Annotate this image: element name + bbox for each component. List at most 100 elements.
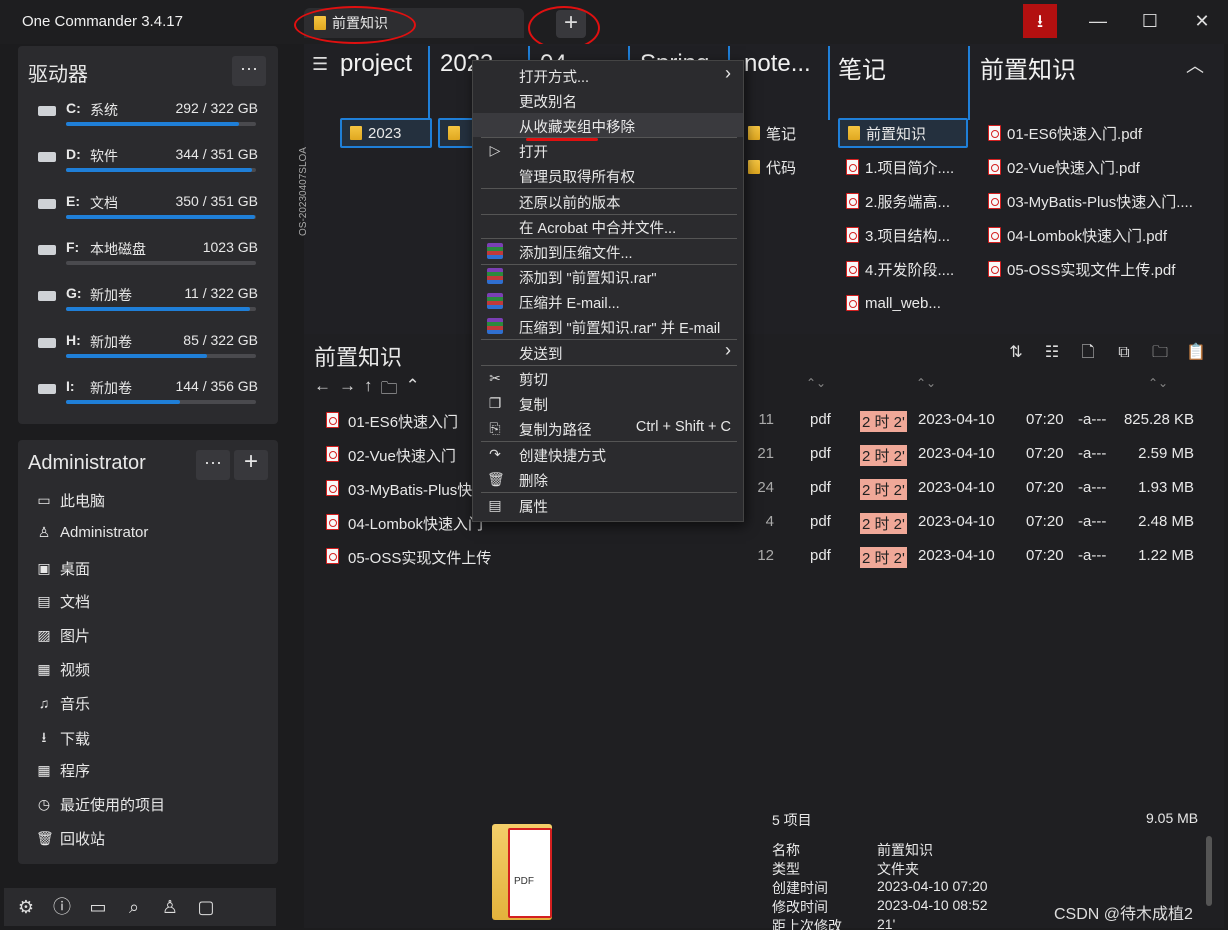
column-item[interactable]: 笔记: [748, 118, 796, 148]
new-file-icon[interactable]: 🗋: [1074, 340, 1102, 366]
documents-icon: ▤: [37, 593, 51, 610]
chevron-up-icon[interactable]: ⌃: [406, 376, 420, 405]
table-row[interactable]: 03-MyBatis-Plus快 24 pdf 2 时 2' 2023-04-10 07:…: [314, 472, 1210, 504]
menu-item-icon: ✂: [489, 370, 501, 386]
clipboard-icon[interactable]: 📋: [1182, 340, 1210, 366]
column-item[interactable]: 01-ES6快速入门.pdf: [988, 118, 1206, 148]
favorite-item[interactable]: ▣ 桌面: [36, 558, 90, 579]
download-icon[interactable]: ⭳: [1023, 4, 1057, 38]
menu-item[interactable]: 管理员取得所有权: [473, 163, 743, 187]
drive-item[interactable]: H: 新加卷 85 / 322 GB: [38, 332, 258, 378]
menu-item[interactable]: 压缩到 "前置知识.rar" 并 E-mail: [473, 314, 743, 338]
favorites-add-button[interactable]: +: [234, 450, 268, 480]
folder-icon: [748, 160, 760, 174]
collapse-icon[interactable]: ︿: [1186, 52, 1204, 78]
drive-item[interactable]: C: 系统 292 / 322 GB: [38, 100, 258, 146]
menu-item[interactable]: 压缩并 E-mail...: [473, 289, 743, 313]
menu-item[interactable]: 更改别名: [473, 88, 743, 112]
column-item[interactable]: 2023: [340, 118, 432, 148]
pdf-icon: [326, 548, 339, 564]
column-item[interactable]: 05-OSS实现文件上传.pdf: [988, 254, 1206, 284]
favorites-more-button[interactable]: ···: [196, 450, 230, 480]
favorite-label: 桌面: [60, 560, 91, 578]
list-view-icon[interactable]: ☷: [1038, 340, 1066, 366]
column-item[interactable]: mall_web...: [846, 288, 964, 318]
column-item[interactable]: 3.项目结构...: [846, 220, 964, 250]
column-item[interactable]: 4.开发阶段....: [846, 254, 964, 284]
column-item[interactable]: 1.项目简介....: [846, 152, 964, 182]
forward-icon[interactable]: →: [339, 376, 356, 405]
menu-item[interactable]: ❐ 复制: [473, 391, 743, 415]
favorite-item[interactable]: 🗑 回收站: [36, 828, 105, 849]
window-icon[interactable]: ▢: [188, 889, 224, 925]
favorite-item[interactable]: ▤ 文档: [36, 591, 90, 612]
cell-time: 07:20: [1026, 445, 1064, 462]
favorite-item[interactable]: ♙ Administrator: [36, 523, 149, 541]
drive-item[interactable]: D: 软件 344 / 351 GB: [38, 146, 258, 192]
menu-icon[interactable]: ☰: [312, 54, 328, 75]
new-folder-icon[interactable]: 🗀: [1146, 340, 1174, 366]
user-icon[interactable]: ♙: [152, 889, 188, 925]
favorite-item[interactable]: ♫ 音乐: [36, 693, 90, 714]
menu-item[interactable]: 添加到压缩文件...: [473, 239, 743, 263]
cell-attr: -a---: [1078, 445, 1107, 462]
table-row[interactable]: 04-Lombok快速入门 4 pdf 2 时 2' 2023-04-10 07:20 -a…: [314, 506, 1210, 538]
table-row[interactable]: 02-Vue快速入门 21 pdf 2 时 2' 2023-04-10 07:20 -a--…: [314, 438, 1210, 470]
column-item[interactable]: 02-Vue快速入门.pdf: [988, 152, 1206, 182]
menu-item[interactable]: ▷ 打开: [473, 138, 743, 162]
pdf-icon: [846, 295, 859, 311]
drive-item[interactable]: G: 新加卷 11 / 322 GB: [38, 285, 258, 331]
menu-item[interactable]: 从收藏夹组中移除: [473, 113, 743, 137]
minimize-button[interactable]: —: [1072, 4, 1124, 38]
menu-item[interactable]: ▤ 属性: [473, 493, 743, 517]
folder-icon: [448, 126, 460, 140]
menu-item[interactable]: 发送到 ›: [473, 340, 743, 364]
menu-item[interactable]: 🗑 删除: [473, 467, 743, 491]
sort-icon[interactable]: ⇅: [1002, 340, 1030, 366]
programs-icon: ▦: [37, 762, 51, 779]
close-button[interactable]: ✕: [1176, 4, 1228, 38]
favorite-item[interactable]: ▦ 程序: [36, 760, 90, 781]
favorite-item[interactable]: ⭳ 下载: [36, 727, 90, 751]
menu-item[interactable]: ✂ 剪切: [473, 366, 743, 390]
drives-more-button[interactable]: ···: [232, 56, 266, 86]
column-item-label: 04-Lombok快速入门.pdf: [1007, 227, 1168, 245]
drive-size: 292 / 322 GB: [175, 100, 258, 116]
menu-item[interactable]: ⎘ 复制为路径 Ctrl + Shift + C: [473, 416, 743, 440]
maximize-button[interactable]: ☐: [1124, 4, 1176, 38]
favorite-item[interactable]: ▭ 此电脑: [36, 490, 105, 511]
scrollbar[interactable]: [1206, 836, 1212, 906]
drive-icon: [38, 291, 56, 302]
column-title: 前置知识: [980, 57, 1076, 84]
menu-item-label: 还原以前的版本: [519, 196, 621, 212]
info-icon[interactable]: ⓘ: [44, 889, 80, 925]
up-icon[interactable]: ↑: [364, 376, 373, 405]
settings-icon[interactable]: ⚙: [8, 889, 44, 925]
table-row[interactable]: 01-ES6快速入门 11 pdf 2 时 2' 2023-04-10 07:20 -a--…: [314, 404, 1210, 436]
drive-item[interactable]: F: 本地磁盘 1023 GB: [38, 239, 258, 285]
column-item[interactable]: 03-MyBatis-Plus快速入门....: [988, 186, 1206, 216]
favorite-item[interactable]: ▦ 视频: [36, 659, 90, 680]
menu-item[interactable]: 添加到 "前置知识.rar": [473, 264, 743, 288]
favorite-item[interactable]: ◷ 最近使用的项目: [36, 794, 165, 815]
drive-item[interactable]: E: 文档 350 / 351 GB: [38, 193, 258, 239]
panel-icon[interactable]: ▭: [80, 889, 116, 925]
folder-up-icon[interactable]: 🗀: [381, 376, 398, 405]
search-icon[interactable]: ⌕: [116, 889, 152, 925]
info-value: 2023-04-10 08:52: [877, 897, 988, 913]
column-divider: [428, 46, 430, 120]
drive-item[interactable]: I: 新加卷 144 / 356 GB: [38, 378, 258, 424]
menu-item[interactable]: 还原以前的版本: [473, 189, 743, 213]
copy-to-icon[interactable]: ⧉: [1110, 340, 1138, 366]
column-item[interactable]: 代码: [748, 152, 796, 182]
back-icon[interactable]: ←: [314, 376, 331, 405]
menu-item[interactable]: ↷ 创建快捷方式: [473, 442, 743, 466]
table-row[interactable]: 05-OSS实现文件上传 12 pdf 2 时 2' 2023-04-10 07:20 -a…: [314, 540, 1210, 572]
favorite-item[interactable]: ▨ 图片: [36, 625, 90, 646]
column-item[interactable]: 2.服务端高...: [846, 186, 964, 216]
menu-item[interactable]: 在 Acrobat 中合并文件...: [473, 214, 743, 238]
user-icon: ♙: [37, 523, 51, 540]
column-item[interactable]: 04-Lombok快速入门.pdf: [988, 220, 1206, 250]
menu-item[interactable]: 打开方式... ›: [473, 63, 743, 87]
column-item[interactable]: 前置知识: [838, 118, 968, 148]
